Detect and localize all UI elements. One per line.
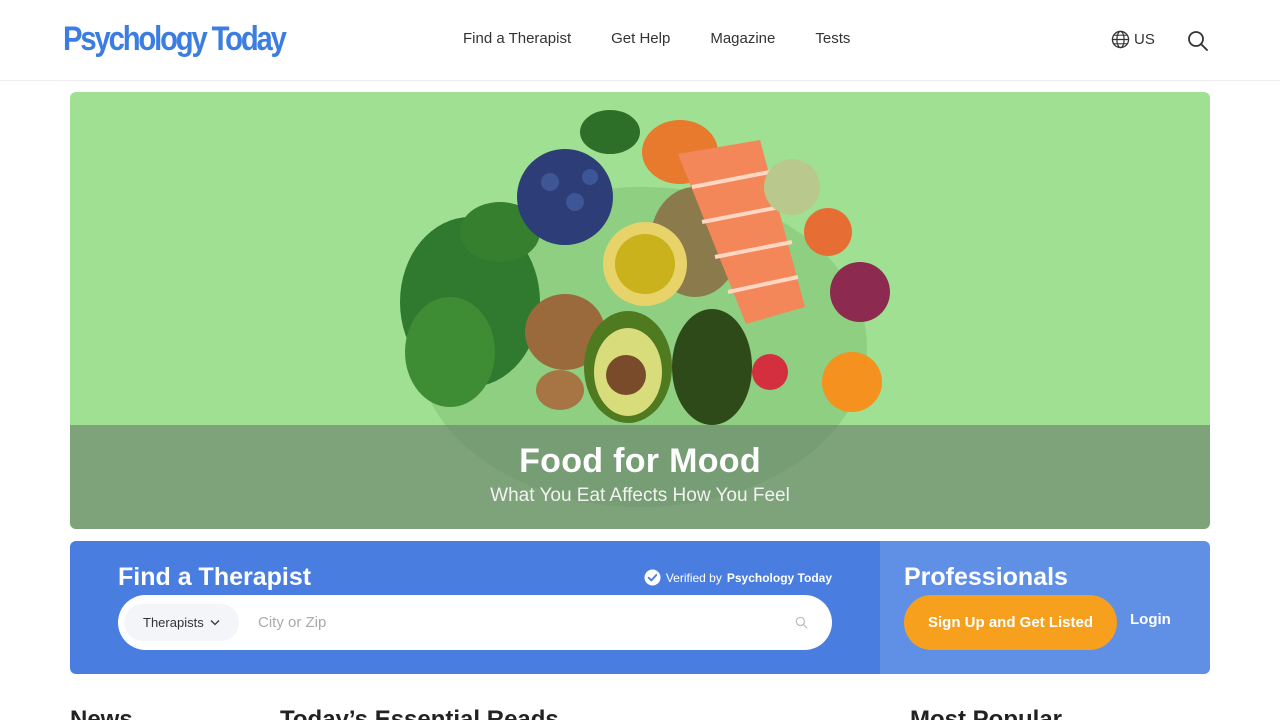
hero-banner[interactable]: Food for Mood What You Eat Affects How Y… (70, 92, 1210, 529)
region-selector[interactable]: US (1111, 30, 1155, 49)
site-header: Psychology Today Find a Therapist Get He… (0, 0, 1280, 81)
city-zip-input[interactable] (258, 605, 778, 640)
find-therapist-panel: Find a Therapist Verified by Psychology … (70, 541, 880, 674)
professionals-title: Professionals (904, 563, 1068, 591)
site-logo[interactable]: Psychology Today (63, 19, 287, 59)
hero-caption: Food for Mood What You Eat Affects How Y… (70, 425, 1210, 529)
hero-title[interactable]: Food for Mood (70, 442, 1210, 481)
provider-type-label: Therapists (143, 615, 204, 630)
hero-subtitle: What You Eat Affects How You Feel (490, 485, 790, 506)
news-heading[interactable]: News (70, 706, 133, 720)
verified-prefix: Verified by (665, 570, 722, 585)
verified-brand: Psychology Today (726, 570, 832, 585)
provider-type-select[interactable]: Therapists (124, 604, 239, 641)
search-icon[interactable] (795, 616, 808, 629)
chevron-down-icon (210, 620, 220, 626)
therapist-search-bar: Therapists (118, 595, 832, 650)
verified-check-icon (644, 569, 661, 586)
essential-reads-heading[interactable]: Today’s Essential Reads (280, 706, 559, 720)
globe-icon (1111, 30, 1130, 49)
professionals-panel: Professionals Sign Up and Get Listed Log… (880, 541, 1210, 674)
finder-title: Find a Therapist (118, 563, 312, 591)
main-nav: Find a Therapist Get Help Magazine Tests (463, 30, 850, 47)
sign-up-button[interactable]: Sign Up and Get Listed (904, 595, 1118, 650)
nav-get-help[interactable]: Get Help (611, 30, 670, 47)
search-icon[interactable] (1187, 30, 1209, 52)
verified-badge: Verified by Psychology Today (644, 569, 832, 586)
region-label: US (1134, 31, 1155, 48)
nav-magazine[interactable]: Magazine (710, 30, 775, 47)
nav-find-therapist[interactable]: Find a Therapist (463, 30, 571, 47)
login-link[interactable]: Login (1130, 611, 1171, 628)
nav-tests[interactable]: Tests (815, 30, 850, 47)
most-popular-heading[interactable]: Most Popular (910, 706, 1062, 720)
